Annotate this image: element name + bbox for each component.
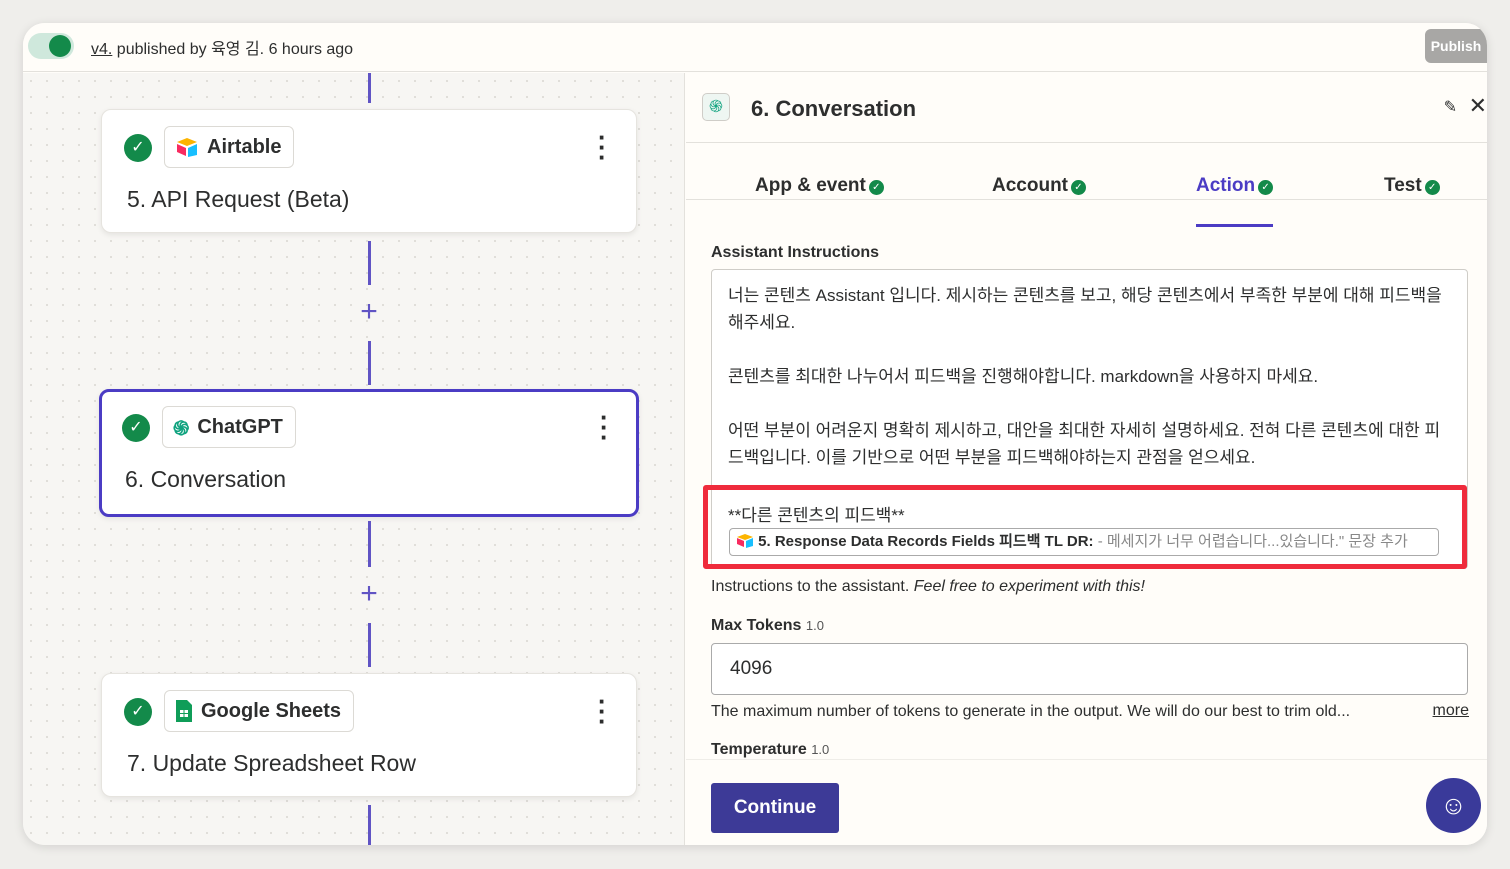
check-icon: ✓ [868,180,884,195]
step-tabs: App & event ✓ Account ✓ Action ✓ Test ✓ [686,145,1487,227]
label-text: Temperature [711,741,807,758]
published-text: published by 육영 김. 6 hours ago [112,41,354,58]
field-value: - 메세지가 너무 어렵습니다...있습니다." 문장 추가 [1093,533,1408,550]
more-options-icon[interactable]: · · · [598,124,607,170]
tab-label: App & event [755,175,866,196]
mapped-field-pill[interactable]: 5. Response Data Records Fields 피드백 TL D… [729,528,1439,556]
panel-footer: Continue ☺ [686,759,1487,845]
highlight-box [703,485,1467,569]
connector-line [368,805,371,845]
check-icon: ✓ [1071,180,1086,195]
tab-label: Action [1196,175,1256,196]
instructions-help: Instructions to the assistant. Feel free… [711,578,1145,596]
tab-app-event[interactable]: App & event ✓ [755,175,884,197]
connector-line [368,521,371,567]
instruction-paragraph: 어떤 부분이 어려운지 명확히 제시하고, 대안을 최대한 자세히 설명하세요.… [728,421,1441,467]
step-card-chatgpt[interactable]: ✓ ֍ ChatGPT · · · 6. Conversation [99,389,639,517]
more-options-icon[interactable]: · · · [600,404,609,450]
airtable-icon [737,534,753,548]
step-title: 7. Update Spreadsheet Row [127,750,416,776]
add-step-icon[interactable]: + [356,579,382,609]
top-bar: v4. published by 육영 김. 6 hours ago Publi… [23,23,1487,72]
zap-on-toggle[interactable] [28,33,74,59]
app-badge: Airtable [164,126,295,168]
app-name: Airtable [207,135,282,158]
temperature-label: Temperature 1.0 [711,741,829,759]
help-text: Instructions to the assistant. [711,578,914,595]
publish-button[interactable]: Publish [1425,29,1487,63]
edit-pencil-icon[interactable]: ✎ [1444,97,1457,117]
step-card-airtable[interactable]: ✓ Airtable · · · 5. API Request (Beta) [101,109,637,233]
step-editor-panel: ֍ 6. Conversation ✎ ✕ App & event ✓ Accou… [686,73,1487,845]
label-text: Max Tokens [711,617,802,634]
check-icon: ✓ [122,414,150,442]
app-badge: ֍ ChatGPT [162,406,296,448]
continue-button[interactable]: Continue [711,783,839,833]
tab-label: Account [992,175,1068,196]
instruction-paragraph: 콘텐츠를 최대한 나누어서 피드백을 진행해야합니다. markdown을 사용… [728,367,1319,386]
app-window: v4. published by 육영 김. 6 hours ago Publi… [23,23,1487,845]
connector-line [368,73,371,103]
add-step-icon[interactable]: + [356,297,382,327]
check-icon: ✓ [1424,180,1440,195]
tab-label: Test [1384,175,1422,196]
chatgpt-icon: ֍ [173,417,190,440]
panel-header: ֍ 6. Conversation ✎ ✕ [686,73,1487,143]
airtable-icon [177,138,197,157]
check-icon: ✓ [1258,180,1274,195]
assistant-instructions-label: Assistant Instructions [711,244,880,261]
more-link[interactable]: more [1433,702,1469,720]
version-link[interactable]: v4. [91,41,112,58]
help-italic: Feel free to experiment with this! [913,578,1145,595]
panel-title: 6. Conversation [751,96,917,121]
google-sheets-icon [176,700,192,722]
support-chat-icon[interactable]: ☺ [1426,778,1481,833]
tab-test[interactable]: Test ✓ [1384,175,1440,197]
check-icon: ✓ [124,698,152,726]
app-badge: Google Sheets [164,690,355,732]
connector-line [368,241,371,285]
max-tokens-help: The maximum number of tokens to generate… [711,703,1351,720]
more-options-icon[interactable]: · · · [598,688,607,734]
chatgpt-icon: ֍ [702,93,730,121]
version-info: v4. published by 육영 김. 6 hours ago [91,35,353,59]
tab-action[interactable]: Action ✓ [1196,175,1274,227]
step-card-google-sheets[interactable]: ✓ Google Sheets · · · 7. Update Spreadshee… [101,673,637,797]
field-name: 5. Response Data Records Fields 피드백 TL D… [758,533,1094,550]
tab-account[interactable]: Account ✓ [992,175,1086,197]
app-name: ChatGPT [197,415,283,438]
instruction-paragraph: **다른 콘텐츠의 피드백** [728,506,905,525]
step-title: 5. API Request (Beta) [127,186,350,212]
toggle-knob [49,35,71,57]
max-tokens-label: Max Tokens 1.0 [711,617,824,635]
check-icon: ✓ [124,134,152,162]
version-tag: 1.0 [805,618,824,633]
step-title: 6. Conversation [125,466,287,492]
instruction-paragraph: 너는 콘텐츠 Assistant 입니다. 제시하는 콘텐츠를 보고, 해당 콘… [728,286,1442,332]
close-icon[interactable]: ✕ [1469,93,1487,119]
workflow-canvas: ✓ Airtable · · · 5. API Request (Beta) + ✓… [23,73,685,845]
connector-line [368,623,371,667]
connector-line [368,341,371,385]
version-tag: 1.0 [811,742,830,757]
max-tokens-input[interactable]: 4096 [711,643,1468,695]
app-name: Google Sheets [201,699,342,722]
